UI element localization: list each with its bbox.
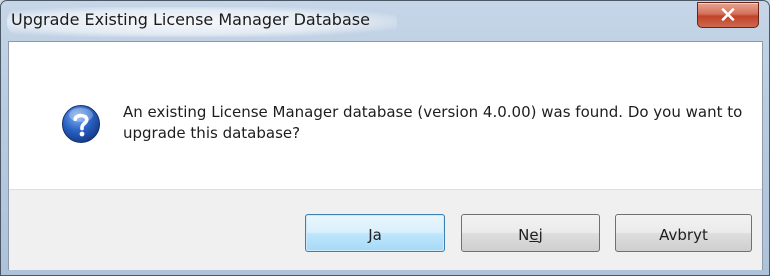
cancel-button[interactable]: Avbryt: [615, 214, 752, 252]
close-button[interactable]: [697, 2, 759, 28]
close-icon: [721, 8, 735, 21]
no-button[interactable]: Nej: [461, 214, 600, 252]
yes-button[interactable]: Ja: [305, 214, 445, 252]
button-bar: Ja Nej Avbryt: [9, 189, 762, 270]
message-area: An existing License Manager database (ve…: [9, 42, 762, 189]
dialog-message: An existing License Manager database (ve…: [123, 103, 743, 142]
no-button-label-prefix: N: [518, 226, 530, 244]
no-button-mnemonic: e: [529, 226, 539, 244]
window-title: Upgrade Existing License Manager Databas…: [11, 10, 370, 29]
dialog-window: Upgrade Existing License Manager Databas…: [0, 0, 770, 276]
dialog-client-area: An existing License Manager database (ve…: [8, 41, 763, 270]
question-icon: [62, 105, 100, 143]
title-bar[interactable]: Upgrade Existing License Manager Databas…: [1, 1, 769, 41]
no-button-label-suffix: j: [538, 226, 543, 244]
